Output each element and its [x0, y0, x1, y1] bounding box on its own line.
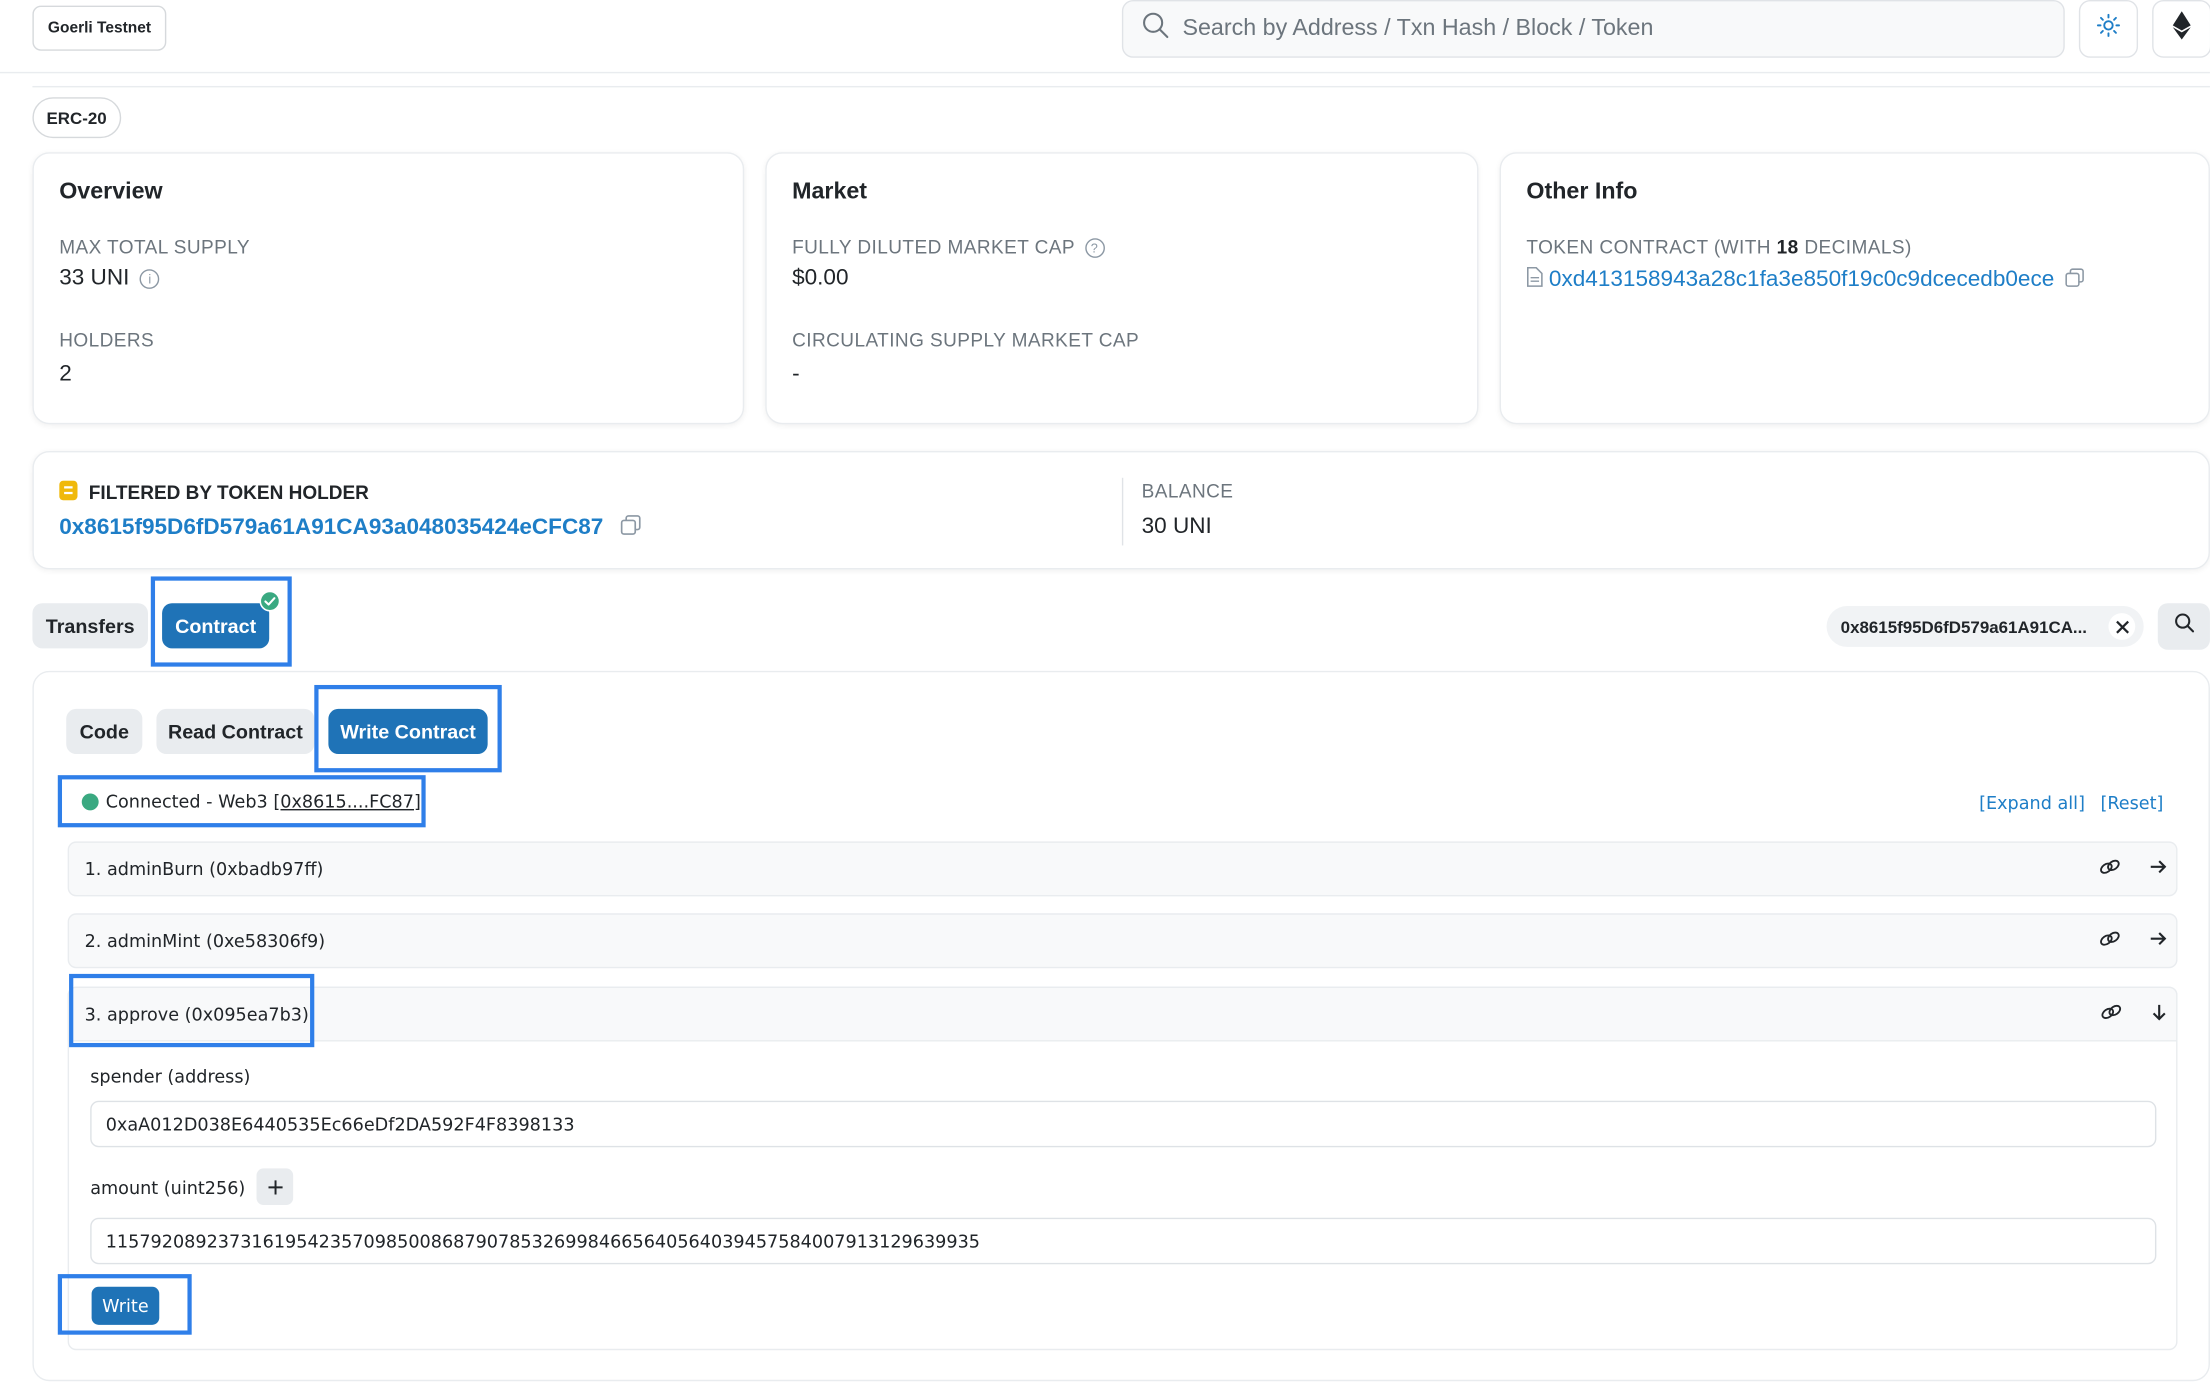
spender-label: spender (address)	[90, 1065, 251, 1087]
function-row-adminmint[interactable]: 2. adminMint (0xe58306f9)	[67, 913, 2178, 969]
ethereum-network-button[interactable]	[2152, 0, 2210, 58]
page: Goerli Testnet ERC-20 Overview MAX TOTAL…	[0, 0, 2210, 1382]
holders-value: 2	[59, 362, 72, 387]
fdmc-label: FULLY DILUTED MARKET CAP	[792, 236, 1075, 258]
spender-input[interactable]: 0xaA012D038E6440535Ec66eDf2DA592F4F83981…	[90, 1100, 2157, 1148]
header-divider	[32, 85, 2210, 88]
token-contract-label: TOKEN CONTRACT (WITH 18 DECIMALS)	[1526, 237, 2183, 258]
tab-transfers[interactable]: Transfers	[32, 603, 148, 649]
highlight-box	[69, 973, 315, 1048]
question-icon[interactable]: ?	[1084, 238, 1105, 259]
link-icon[interactable]	[2099, 857, 2122, 881]
filter-label: FILTERED BY TOKEN HOLDER	[88, 482, 369, 504]
max-supply-value: 33 UNI	[59, 266, 130, 291]
max-supply-row: 33 UNI i	[59, 266, 717, 291]
tab-read-contract[interactable]: Read Contract	[156, 708, 315, 755]
overview-title: Overview	[59, 178, 163, 205]
filter-chip-label: 0x8615f95D6fD579a61A91CA...	[1840, 616, 2088, 637]
token-standard-badge: ERC-20	[32, 97, 121, 139]
tab-code[interactable]: Code	[66, 708, 143, 755]
filter-search-button[interactable]	[2157, 603, 2210, 650]
max-supply-label: MAX TOTAL SUPPLY	[59, 236, 250, 258]
expand-reset-links: [Expand all] [Reset]	[1979, 792, 2163, 813]
network-badge[interactable]: Goerli Testnet	[32, 5, 167, 51]
other-info-title: Other Info	[1526, 178, 1638, 205]
contract-address-row: 0xd413158943a28c1fa3e850f19c0c9dcecedb0e…	[1526, 266, 2183, 294]
function-label: 1. adminBurn (0xbadb97ff)	[84, 858, 324, 880]
function-row-approve[interactable]: 3. approve (0x095ea7b3)	[67, 986, 2178, 1042]
function-label: 2. adminMint (0xe58306f9)	[84, 930, 326, 952]
function-row-adminburn[interactable]: 1. adminBurn (0xbadb97ff)	[67, 841, 2178, 897]
arrow-right-icon[interactable]	[2149, 930, 2167, 951]
ethereum-icon	[2172, 11, 2192, 46]
info-icon[interactable]: i	[139, 268, 160, 289]
holders-label: HOLDERS	[59, 329, 155, 351]
search-bar[interactable]	[1121, 0, 2065, 58]
amount-label-row: amount (uint256)	[90, 1168, 294, 1206]
search-icon	[2173, 612, 2196, 642]
market-title: Market	[792, 178, 868, 205]
csmc-value: -	[792, 362, 800, 387]
arrow-right-icon[interactable]	[2149, 858, 2167, 879]
highlight-box	[57, 1274, 192, 1335]
amount-label: amount (uint256)	[90, 1176, 246, 1198]
decimals-value: 18	[1776, 236, 1799, 258]
expand-all-link[interactable]: [Expand all]	[1979, 792, 2085, 813]
function-actions	[2100, 988, 2168, 1040]
csmc-label: CIRCULATING SUPPLY MARKET CAP	[792, 330, 1140, 352]
amount-input[interactable]: 1157920892373161954235709850086879078532…	[90, 1217, 2157, 1265]
close-icon[interactable]	[2108, 613, 2136, 640]
holder-address-row: 0x8615f95D6fD579a61A91CA93a048035424eCFC…	[59, 514, 641, 542]
function-actions	[2099, 843, 2168, 895]
reset-link[interactable]: [Reset]	[2100, 792, 2163, 813]
function-actions	[2099, 915, 2168, 967]
token-holder-filter-card: FILTERED BY TOKEN HOLDER 0x8615f95D6fD57…	[32, 451, 2210, 570]
highlight-box	[150, 576, 292, 667]
fdmc-value: $0.00	[792, 266, 849, 291]
arrow-down-icon[interactable]	[2151, 1003, 2168, 1026]
wallet-icon	[59, 480, 78, 505]
top-navbar: Goerli Testnet	[0, 0, 2210, 74]
balance-label: BALANCE	[1141, 480, 1234, 502]
search-icon	[1140, 10, 1171, 48]
add-zeros-button[interactable]	[256, 1168, 294, 1206]
theme-toggle-button[interactable]	[2078, 0, 2139, 58]
copy-icon[interactable]	[2064, 267, 2084, 294]
holder-divider	[1121, 477, 1124, 546]
balance-value: 30 UNI	[1141, 514, 1212, 539]
copy-icon[interactable]	[620, 514, 641, 542]
address-filter-chip: 0x8615f95D6fD579a61A91CA...	[1826, 606, 2144, 647]
contract-label-prefix: TOKEN CONTRACT (WITH	[1526, 236, 1777, 258]
contract-address-link[interactable]: 0xd413158943a28c1fa3e850f19c0c9dcecedb0e…	[1549, 268, 2054, 293]
highlight-box	[57, 775, 426, 828]
market-card: Market FULLY DILUTED MARKET CAP ? $0.00 …	[765, 152, 1479, 425]
holder-address-link[interactable]: 0x8615f95D6fD579a61A91CA93a048035424eCFC…	[59, 516, 603, 541]
highlight-box	[314, 684, 502, 773]
search-input[interactable]	[1182, 15, 2029, 43]
contract-label-suffix: DECIMALS)	[1798, 236, 1912, 258]
overview-card: Overview MAX TOTAL SUPPLY 33 UNI i HOLDE…	[32, 152, 745, 425]
other-info-card: Other Info TOKEN CONTRACT (WITH 18 DECIM…	[1499, 152, 2210, 425]
filter-label-row: FILTERED BY TOKEN HOLDER	[59, 480, 369, 505]
sun-icon	[2096, 13, 2121, 45]
link-icon[interactable]	[2099, 929, 2122, 953]
fdmc-row: FULLY DILUTED MARKET CAP ?	[792, 237, 1452, 259]
link-icon[interactable]	[2100, 1002, 2123, 1026]
file-icon	[1526, 266, 1543, 294]
